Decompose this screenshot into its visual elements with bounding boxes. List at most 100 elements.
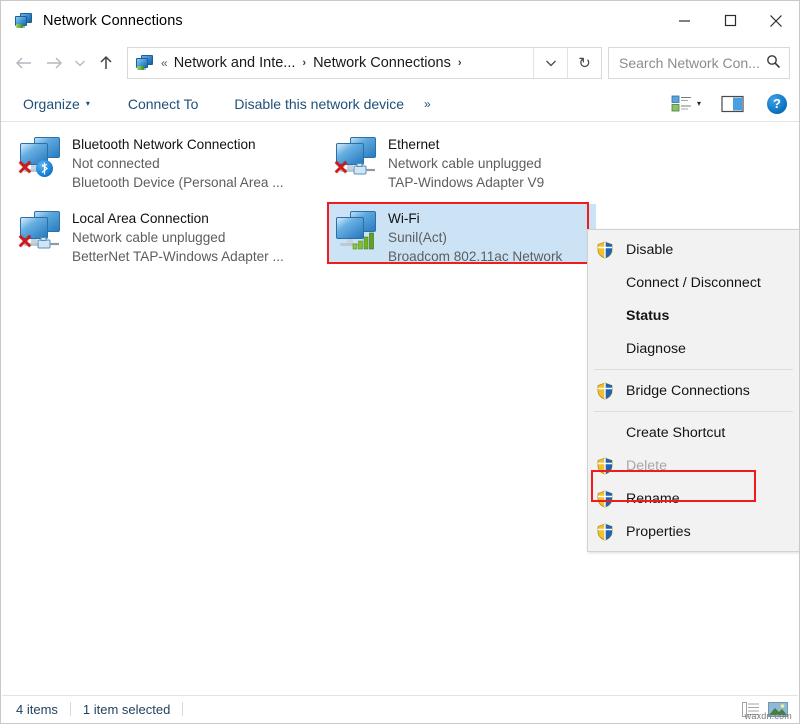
breadcrumb-item-network-and-internet[interactable]: Network and Inte... [174,55,296,71]
forward-button[interactable] [39,47,69,79]
chevron-right-icon[interactable]: › [302,57,306,69]
connection-device: Bluetooth Device (Personal Area ... [72,173,261,192]
help-icon[interactable]: ? [767,94,787,114]
status-bar-view-buttons: waxdn.com [742,702,798,717]
context-menu-item-label: Connect / Disconnect [626,275,761,291]
arrow-left-icon [14,55,34,71]
connection-name: Local Area Connection [72,209,261,228]
chevron-down-icon: ▾ [86,99,90,108]
context-menu-item-properties[interactable]: Properties [588,515,799,548]
error-cross-icon: ✕ [332,160,350,178]
change-view-icon[interactable] [671,95,693,113]
bluetooth-badge-icon [36,160,53,177]
context-menu-item-diagnose[interactable]: Diagnose [588,332,799,365]
context-menu-item-label: Delete [626,458,667,474]
breadcrumb[interactable]: « Network and Inte... › Network Connecti… [127,47,602,79]
chevron-down-icon[interactable]: ▾ [697,99,701,108]
connection-status: Sunil(Act) [388,228,562,247]
shield-icon [596,490,614,508]
chevron-right-icon[interactable]: › [458,57,462,69]
window-title: Network Connections [43,13,183,29]
minimize-button[interactable] [661,2,707,40]
context-menu-item-label: Properties [626,524,691,540]
arrow-right-icon [44,55,64,71]
back-button[interactable] [9,47,39,79]
minimize-icon [678,14,691,27]
context-menu-item-status[interactable]: Status [588,299,799,332]
context-menu-item-connect-disconnect[interactable]: Connect / Disconnect [588,266,799,299]
connection-name: Ethernet [388,135,544,154]
search-input[interactable]: Search Network Con... [608,47,790,79]
breadcrumb-item-network-connections[interactable]: Network Connections [313,55,451,71]
shield-icon [596,382,614,400]
title-bar: Network Connections [1,1,799,40]
command-bar: Organize ▾ Connect To Disable this netwo… [1,86,799,122]
network-adapter-icon [332,208,388,258]
organize-button[interactable]: Organize ▾ [13,91,100,117]
list-item-text: Local Area Connection Network cable unpl… [72,208,261,266]
network-connections-icon [136,55,154,71]
status-divider [182,702,183,716]
shield-icon [596,241,614,259]
up-button[interactable] [91,47,121,79]
list-item[interactable]: ✕ Local Area Connection Network cable un… [12,204,265,262]
connection-device: Broadcom 802.11ac Network [388,247,562,266]
breadcrumb-leading-separator: « [161,56,168,70]
connection-name: Wi-Fi [388,209,562,228]
status-divider [70,702,71,716]
network-connections-icon [15,13,33,29]
error-cross-icon: ✕ [16,234,34,252]
menu-separator [594,369,793,370]
maximize-icon [724,14,737,27]
chevron-down-icon [545,58,557,68]
shield-icon [596,457,614,475]
item-count-label: 4 items [16,702,58,717]
context-menu-item-delete: Delete [588,449,799,482]
list-item-text: Ethernet Network cable unplugged TAP-Win… [388,134,544,192]
network-adapter-icon: ✕ [332,134,388,184]
toolbar-overflow-button[interactable]: » [414,97,440,111]
chevron-down-icon [74,58,86,68]
context-menu-item-label: Bridge Connections [626,383,750,399]
connection-device: BetterNet TAP-Windows Adapter ... [72,247,261,266]
navigation-bar: « Network and Inte... › Network Connecti… [1,40,799,86]
connect-to-button[interactable]: Connect To [118,91,209,117]
context-menu-item-create-shortcut[interactable]: Create Shortcut [588,416,799,449]
close-icon [769,14,783,28]
menu-icon-placeholder [596,307,614,325]
connection-status: Network cable unplugged [388,154,544,173]
context-menu-item-rename[interactable]: Rename [588,482,799,515]
unplugged-cable-badge-icon [36,236,62,251]
context-menu[interactable]: Disable Connect / Disconnect Status Diag… [587,229,800,552]
network-adapter-icon: ✕ [16,134,72,184]
selection-count-label: 1 item selected [83,702,170,717]
list-item[interactable]: ✕ Ethernet Network cable unplugged TAP-W… [328,130,581,188]
address-dropdown-button[interactable] [533,48,567,78]
arrow-up-icon [97,54,115,72]
menu-icon-placeholder [596,424,614,442]
close-button[interactable] [753,2,799,40]
signal-bars-badge-icon [352,230,378,250]
recent-locations-button[interactable] [69,47,91,79]
unplugged-cable-badge-icon [352,162,378,177]
context-menu-item-label: Diagnose [626,341,686,357]
maximize-button[interactable] [707,2,753,40]
list-item[interactable]: ✕ Bluetooth Network Connection Not conne… [12,130,265,188]
status-bar: 4 items 1 item selected [2,695,798,722]
error-cross-icon: ✕ [16,160,34,178]
context-menu-item-disable[interactable]: Disable [588,233,799,266]
context-menu-item-label: Disable [626,242,673,258]
list-item-text: Bluetooth Network Connection Not connect… [72,134,261,192]
menu-icon-placeholder [596,340,614,358]
preview-pane-icon[interactable] [721,95,745,113]
search-icon[interactable] [766,54,781,72]
watermark: waxdn.com [745,711,792,721]
context-menu-item-bridge-connections[interactable]: Bridge Connections [588,374,799,407]
disable-network-device-button[interactable]: Disable this network device [224,91,414,117]
connection-status: Not connected [72,154,261,173]
network-connections-window: Network Connections [0,0,800,724]
context-menu-item-label: Rename [626,491,680,507]
connection-name: Bluetooth Network Connection [72,135,261,154]
list-item-wifi-selected[interactable]: Wi-Fi Sunil(Act) Broadcom 802.11ac Netwo… [328,204,596,262]
refresh-button[interactable]: ↻ [567,48,601,78]
